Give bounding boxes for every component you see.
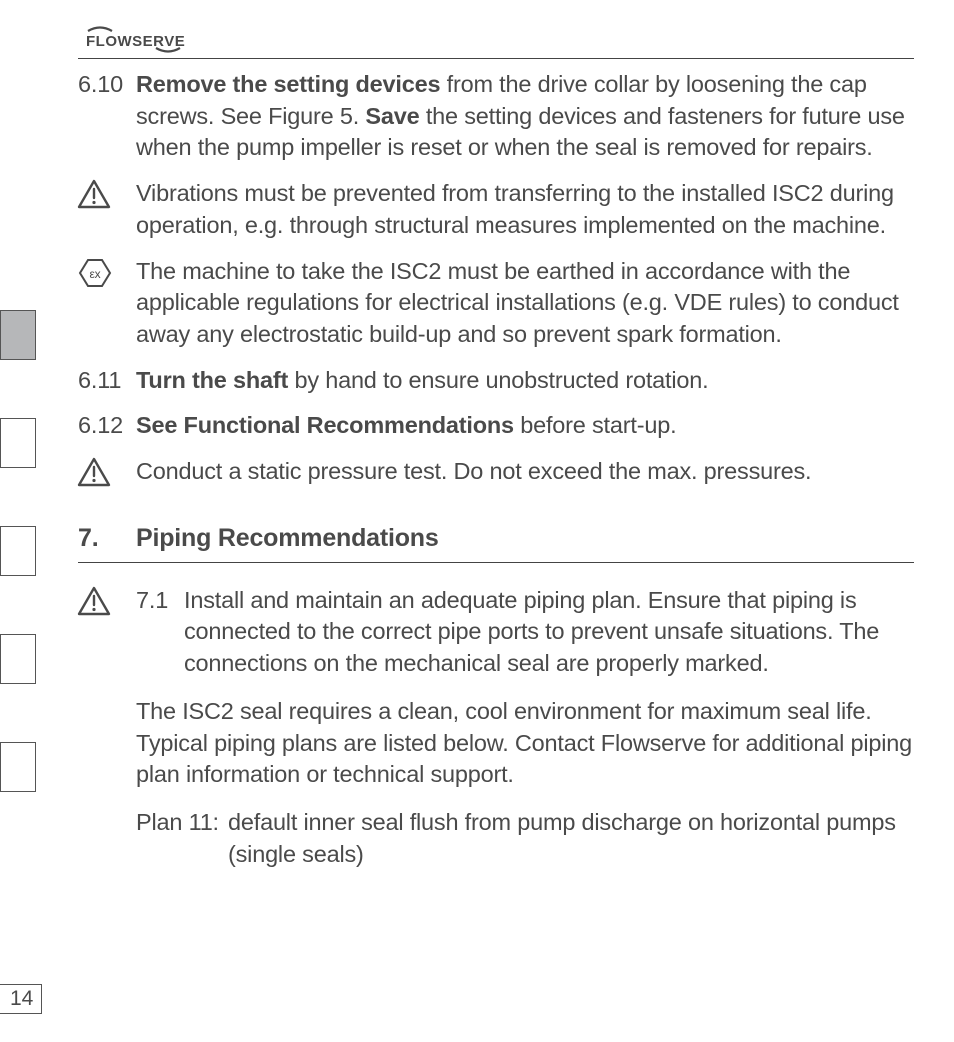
section-title: Piping Recommendations [136, 522, 439, 556]
plan-text: default inner seal flush from pump disch… [228, 807, 914, 870]
brand-logo: FLOWSERVE [86, 28, 914, 52]
warning-block: Vibrations must be prevented from transf… [78, 178, 914, 241]
text-bold: Save [365, 103, 419, 129]
page-number: 14 [0, 984, 42, 1014]
step-body: Install and maintain an adequate piping … [184, 585, 914, 680]
warning-icon [78, 585, 136, 680]
text-bold: Turn the shaft [136, 367, 288, 393]
text-bold: Remove the setting devices [136, 71, 440, 97]
brand-text: FLOWSERVE [86, 33, 185, 50]
step-6-10: 6.10 Remove the setting devices from the… [78, 69, 914, 164]
section-heading: 7. Piping Recommendations [78, 522, 914, 563]
paragraph: The ISC2 seal requires a clean, cool env… [78, 696, 914, 791]
text-bold: See Functional Recommendations [136, 412, 514, 438]
warning-text: Vibrations must be prevented from transf… [136, 178, 914, 241]
warning-icon [78, 178, 136, 241]
step-body: See Functional Recommendations before st… [136, 410, 914, 442]
step-body: Turn the shaft by hand to ensure unobstr… [136, 365, 914, 397]
step-number: 6.10 [78, 69, 136, 164]
content-area: 6.10 Remove the setting devices from the… [78, 69, 914, 870]
text: by hand to ensure unobstructed rotation. [288, 367, 708, 393]
warning-block: Conduct a static pressure test. Do not e… [78, 456, 914, 488]
step-number: 6.11 [78, 365, 136, 397]
thumb-tab [0, 418, 36, 468]
thumb-tab [0, 310, 36, 360]
warning-text: Conduct a static pressure test. Do not e… [136, 456, 914, 488]
section-number: 7. [78, 522, 136, 556]
svg-text:εx: εx [90, 267, 101, 281]
step-7-1: 7.1 Install and maintain an adequate pip… [78, 585, 914, 680]
plan-label: Plan 11: [136, 807, 228, 870]
ex-icon: εx [78, 256, 136, 351]
thumb-tab [0, 526, 36, 576]
step-number: 7.1 [136, 585, 184, 680]
step-body: Remove the setting devices from the driv… [136, 69, 914, 164]
page: FLOWSERVE 6.10 Remove the setting device… [0, 0, 954, 1042]
step-number: 6.12 [78, 410, 136, 442]
header-rule [78, 58, 914, 59]
text: before start-up. [514, 412, 677, 438]
step-6-12: 6.12 See Functional Recommendations befo… [78, 410, 914, 442]
warning-icon [78, 456, 136, 488]
ex-text: The machine to take the ISC2 must be ear… [136, 256, 914, 351]
thumb-tab [0, 742, 36, 792]
plan-row: Plan 11: default inner seal flush from p… [78, 807, 914, 870]
thumb-tab [0, 634, 36, 684]
step-6-11: 6.11 Turn the shaft by hand to ensure un… [78, 365, 914, 397]
ex-block: εx The machine to take the ISC2 must be … [78, 256, 914, 351]
